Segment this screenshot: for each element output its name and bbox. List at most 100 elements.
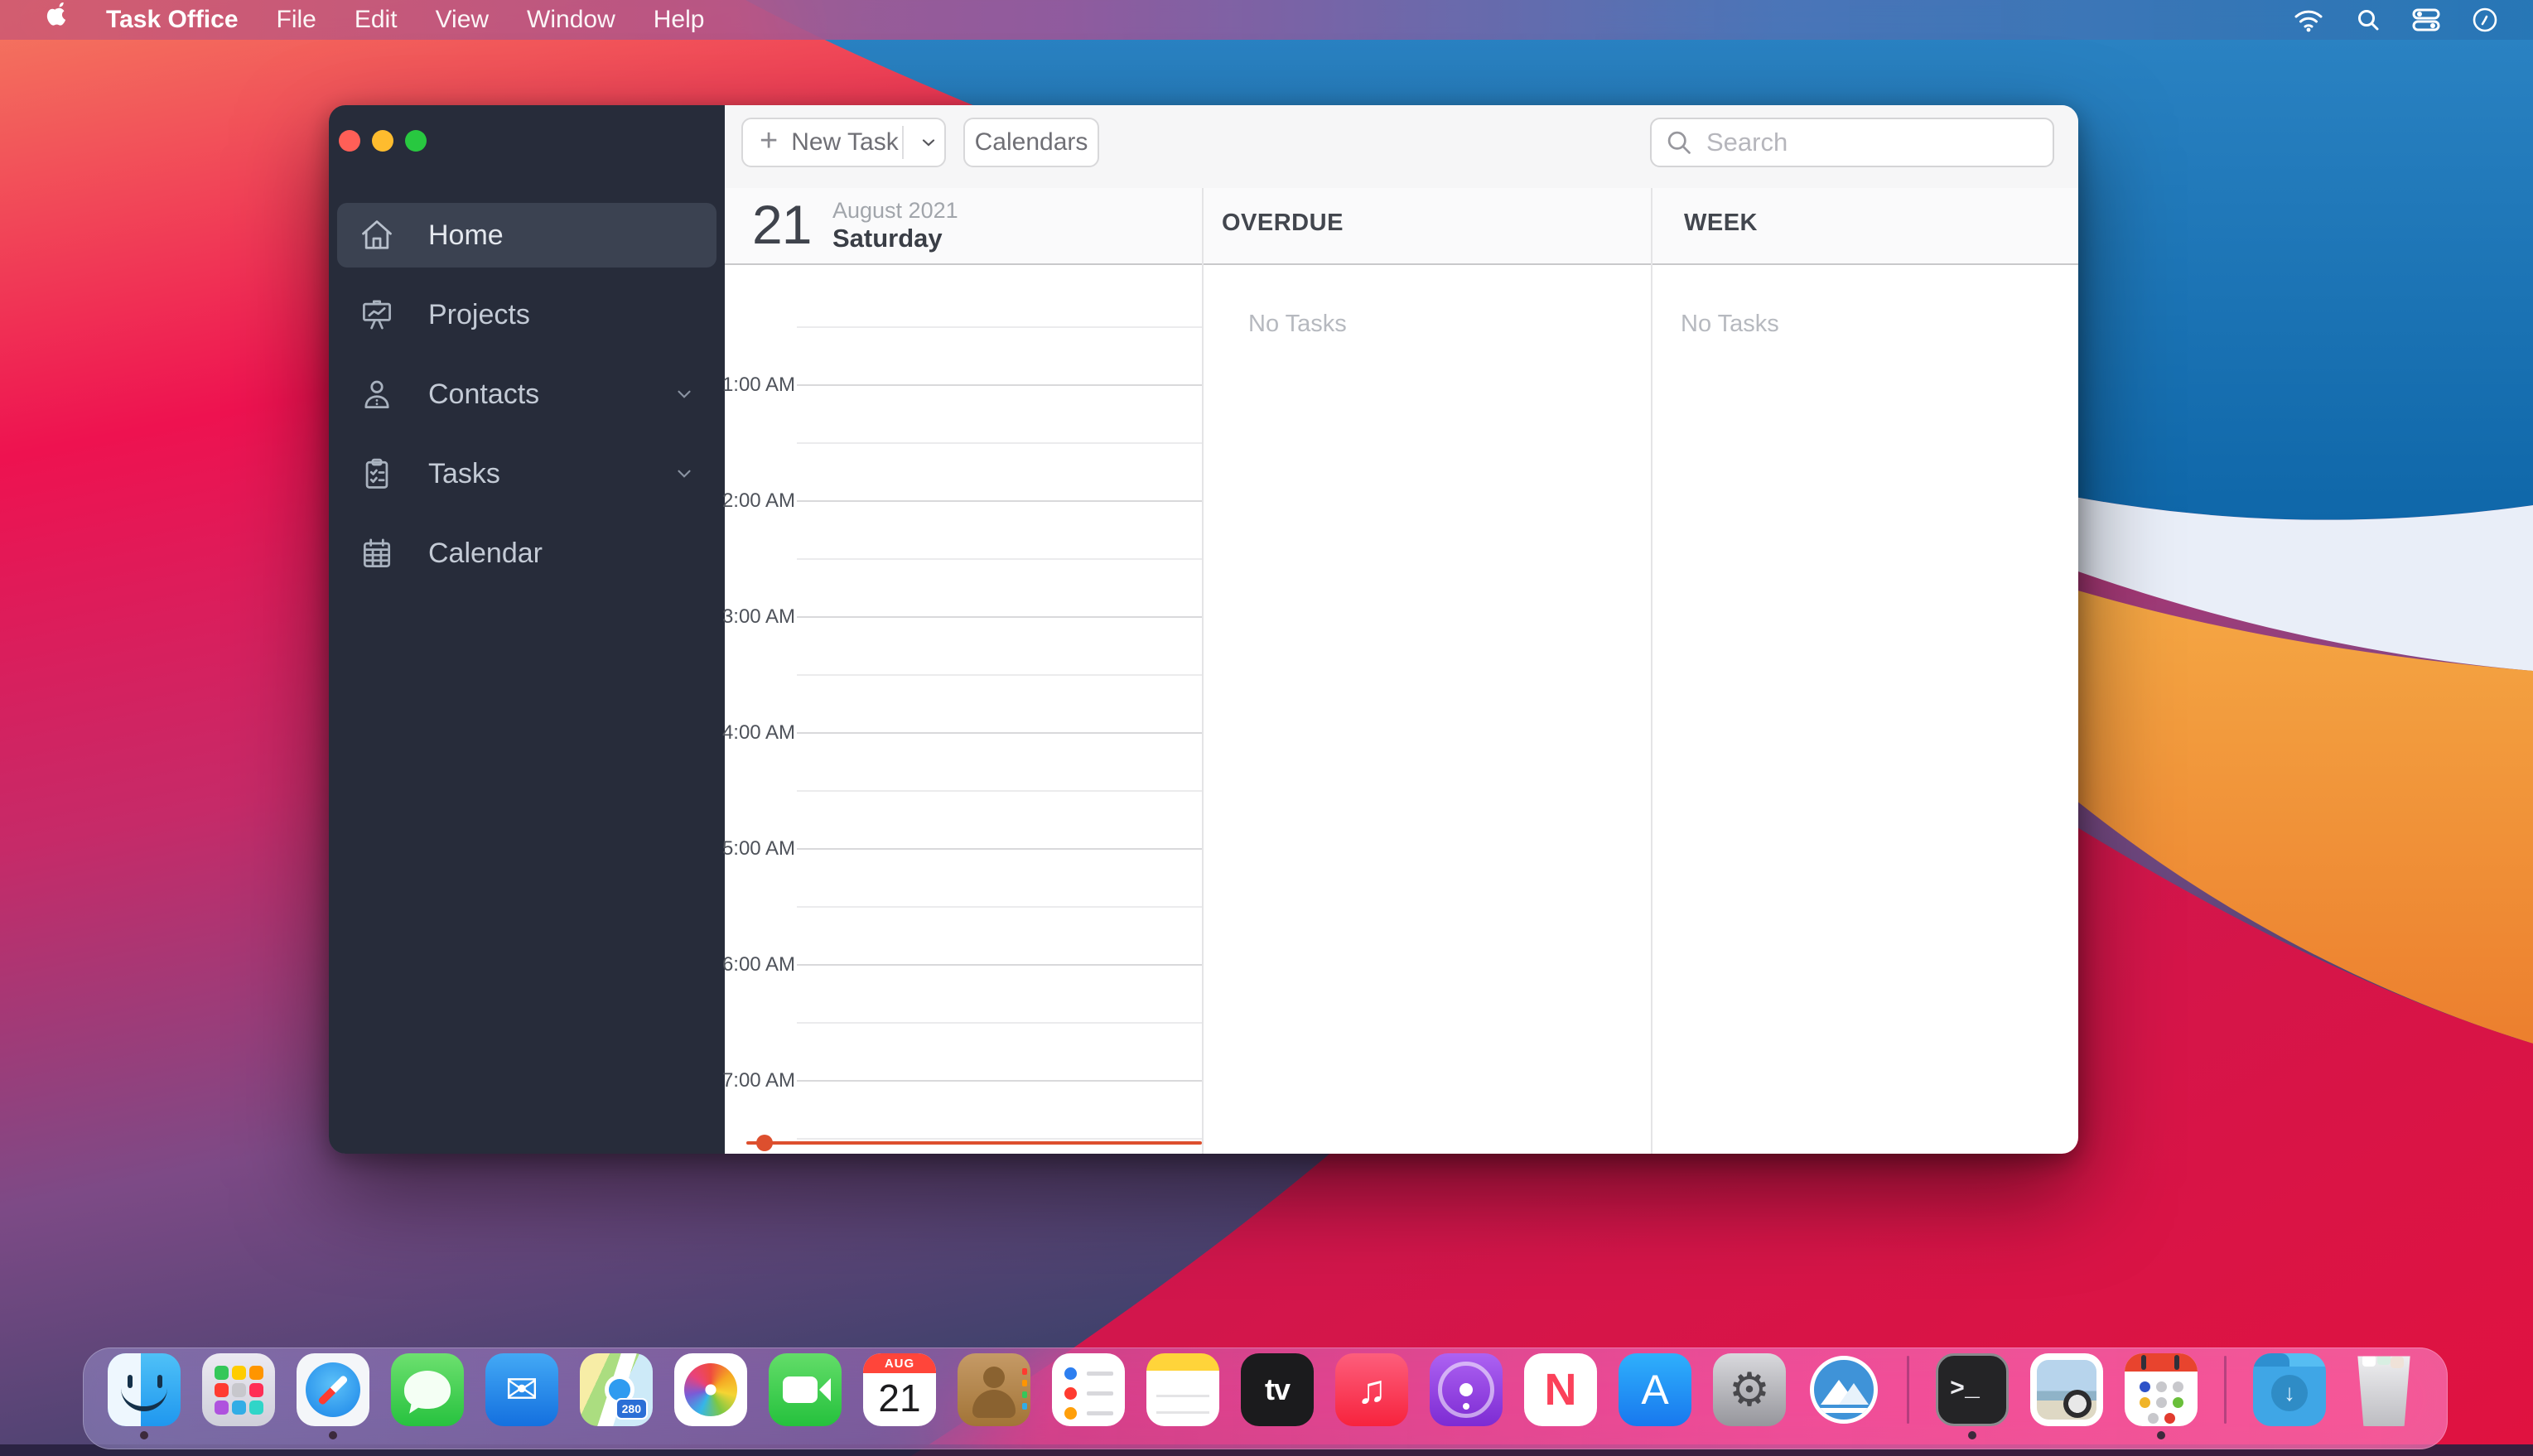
week-column: No Tasks: [1651, 265, 2078, 1154]
calendar-month-badge: AUG: [863, 1353, 936, 1373]
dock-divider: [1907, 1356, 1909, 1424]
toolbar: + New Task Calendars: [725, 105, 2078, 190]
plus-icon: +: [760, 123, 778, 159]
spotlight-search-icon[interactable]: [2356, 7, 2381, 32]
sidebar-item-home[interactable]: Home: [337, 203, 716, 268]
dock-icon-photos[interactable]: [674, 1353, 747, 1426]
projects-board-icon: [359, 297, 395, 333]
dock-icon-app-store[interactable]: A: [1619, 1353, 1691, 1426]
day-header: 21 August 2021 Saturday OVERDUE WEEK: [725, 188, 2078, 265]
maps-route-badge: 280: [615, 1398, 648, 1420]
dock-icon-calendar[interactable]: AUG 21: [863, 1353, 936, 1426]
dock-icon-notes[interactable]: [1146, 1353, 1219, 1426]
dock-icon-preview[interactable]: [2030, 1353, 2103, 1426]
desktop: Task Office File Edit View Window Help: [0, 0, 2533, 1456]
button-divider: [902, 126, 904, 159]
current-time-dot: [756, 1135, 773, 1151]
hour-label: 3:00 AM: [671, 605, 795, 629]
dock-icon-maps[interactable]: 280: [580, 1353, 653, 1426]
dock-icon-task-office[interactable]: [2125, 1353, 2198, 1426]
main-area: + New Task Calendars: [725, 105, 2078, 1154]
hour-line: [797, 1080, 1202, 1082]
half-hour-line: [797, 674, 1202, 676]
contacts-person-icon: [359, 376, 395, 412]
half-hour-line: [797, 1138, 1202, 1140]
calendar-icon: [359, 535, 395, 571]
overdue-column-title: OVERDUE: [1222, 210, 1344, 237]
menu-view[interactable]: View: [436, 6, 489, 34]
search-icon: [1665, 128, 1693, 157]
control-center-icon[interactable]: [2412, 7, 2440, 32]
hour-label: 6:00 AM: [671, 953, 795, 976]
dock-icon-mail[interactable]: ✉: [485, 1353, 558, 1426]
apple-menu-icon[interactable]: [43, 2, 68, 37]
sidebar-item-label: Projects: [428, 299, 530, 331]
hour-line: [797, 964, 1202, 966]
dock-icon-trash[interactable]: [2347, 1353, 2420, 1426]
calendars-button[interactable]: Calendars: [963, 118, 1099, 167]
dock-icon-apple-tv[interactable]: tv: [1241, 1353, 1314, 1426]
chevron-down-icon[interactable]: [673, 463, 695, 485]
dock-icon-system-preferences[interactable]: ⚙: [1713, 1353, 1786, 1426]
sidebar: Home Projects: [329, 105, 725, 1154]
menu-bar: Task Office File Edit View Window Help: [0, 0, 2533, 40]
dock-icon-contacts[interactable]: [958, 1353, 1030, 1426]
timeline-grid: 1:00 AM2:00 AM3:00 AM4:00 AM5:00 AM6:00 …: [725, 265, 1202, 1154]
tasks-clipboard-icon: [359, 456, 395, 492]
week-column-title: WEEK: [1684, 210, 1758, 237]
dock-icon-news[interactable]: N: [1524, 1353, 1597, 1426]
dock-icon-safari[interactable]: [297, 1353, 369, 1426]
dock-icon-finder[interactable]: [108, 1353, 181, 1426]
dock-icon-facetime[interactable]: [769, 1353, 842, 1426]
sidebar-item-label: Tasks: [428, 458, 500, 490]
sidebar-item-label: Home: [428, 219, 504, 252]
half-hour-line: [797, 1022, 1202, 1024]
menu-app-name[interactable]: Task Office: [106, 6, 239, 34]
minimize-button[interactable]: [372, 130, 393, 152]
menu-file[interactable]: File: [277, 6, 316, 34]
half-hour-line: [797, 558, 1202, 560]
week-empty-text: No Tasks: [1681, 311, 1779, 338]
hour-line: [797, 732, 1202, 734]
weekday-label: Saturday: [832, 224, 958, 253]
half-hour-line: [797, 326, 1202, 328]
day-number: 21: [752, 193, 811, 256]
hour-label: 4:00 AM: [671, 721, 795, 745]
dock-icon-terminal[interactable]: >_: [1936, 1353, 2009, 1426]
menu-help[interactable]: Help: [654, 6, 705, 34]
running-indicator: [329, 1431, 337, 1439]
hour-line: [797, 616, 1202, 618]
month-year-label: August 2021: [832, 198, 958, 224]
dock-icon-launchpad[interactable]: [202, 1353, 275, 1426]
search-field[interactable]: [1650, 118, 2054, 167]
dock-icon-messages[interactable]: [391, 1353, 464, 1426]
dock-icon-podcasts[interactable]: [1430, 1353, 1503, 1426]
hour-label: 5:00 AM: [671, 837, 795, 861]
dock-icon-downloads-folder[interactable]: ↓: [2253, 1353, 2326, 1426]
clock-icon[interactable]: [2472, 7, 2498, 33]
search-input[interactable]: [1705, 127, 2023, 158]
menu-window[interactable]: Window: [527, 6, 615, 34]
new-task-dropdown[interactable]: [912, 133, 944, 152]
sidebar-item-projects[interactable]: Projects: [337, 282, 716, 347]
sidebar-item-label: Contacts: [428, 378, 539, 411]
dock-icon-music[interactable]: ♫: [1335, 1353, 1408, 1426]
running-indicator: [2157, 1431, 2165, 1439]
close-button[interactable]: [339, 130, 360, 152]
new-task-button[interactable]: + New Task: [741, 118, 946, 167]
zoom-button[interactable]: [405, 130, 427, 152]
menu-edit[interactable]: Edit: [355, 6, 398, 34]
sidebar-item-calendar[interactable]: Calendar: [337, 521, 716, 586]
calendar-day-badge: 21: [878, 1376, 920, 1420]
wifi-icon[interactable]: [2293, 7, 2324, 32]
calendars-label: Calendars: [975, 128, 1088, 157]
dock-icon-reminders[interactable]: [1052, 1353, 1125, 1426]
sidebar-item-contacts[interactable]: Contacts: [337, 362, 716, 427]
new-task-label: New Task: [791, 128, 899, 157]
hour-line: [797, 384, 1202, 386]
sidebar-item-tasks[interactable]: Tasks: [337, 441, 716, 506]
running-indicator: [140, 1431, 148, 1439]
half-hour-line: [797, 790, 1202, 792]
dock-icon-blue-mountain-app[interactable]: [1807, 1353, 1880, 1426]
running-indicator: [1968, 1431, 1976, 1439]
